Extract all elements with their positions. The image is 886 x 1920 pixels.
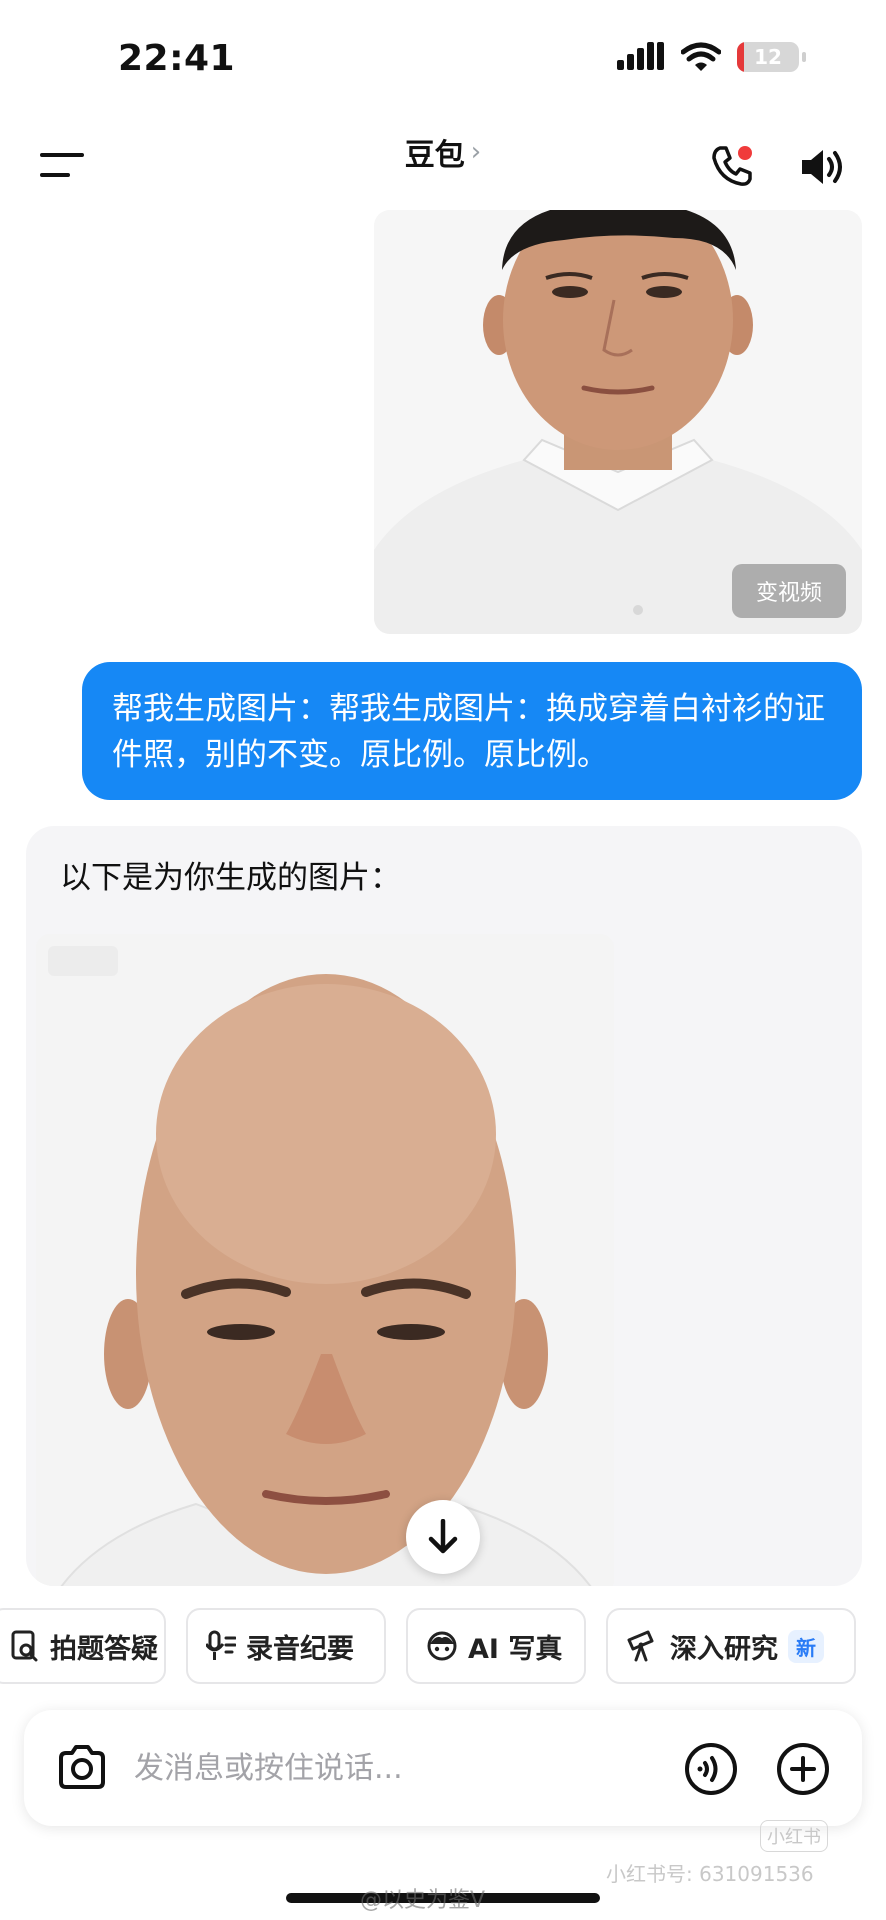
chevron-right-icon: ›: [470, 137, 482, 167]
to-video-button[interactable]: 变视频: [732, 564, 846, 618]
status-time: 22:41: [118, 38, 236, 79]
chip-label: 深入研究: [670, 1633, 778, 1665]
message-input-bar: [24, 1710, 862, 1826]
chip-label: 拍题答疑: [50, 1633, 158, 1665]
plus-icon[interactable]: [776, 1742, 830, 1796]
camera-icon[interactable]: [56, 1742, 108, 1794]
chip-photo-qa[interactable]: 拍题答疑: [0, 1608, 166, 1684]
battery-level: 12: [754, 45, 782, 69]
scroll-to-bottom-button[interactable]: [406, 1500, 480, 1574]
generated-image[interactable]: [36, 934, 614, 1586]
image-watermark-badge: [48, 946, 118, 976]
generated-portrait: [36, 934, 614, 1586]
xiaohongshu-watermark-logo: 小红书: [760, 1820, 828, 1852]
quick-actions-row: 拍题答疑 录音纪要 AI 写真 深入研究 新: [0, 1608, 886, 1684]
search-doc-icon: [11, 1630, 38, 1662]
speaker-icon[interactable]: [798, 145, 848, 189]
call-notification-dot: [738, 146, 752, 160]
cellular-signal-icon: [617, 42, 664, 70]
xiaohongshu-watermark-id: 小红书号: 631091536: [606, 1862, 814, 1886]
bot-message-text: 以下是为你生成的图片：: [60, 860, 401, 896]
mic-notes-icon: [206, 1630, 236, 1660]
bot-message-card: 以下是为你生成的图片：: [26, 826, 862, 1586]
arrow-down-icon: [428, 1519, 458, 1554]
chip-label: AI 写真: [468, 1633, 563, 1665]
chip-deep-research[interactable]: 深入研究 新: [606, 1608, 856, 1684]
chip-recording-notes[interactable]: 录音纪要: [186, 1608, 386, 1684]
weibo-watermark: @以史为鉴V: [360, 1888, 486, 1913]
battery-indicator: 12: [737, 42, 799, 72]
chip-label: 录音纪要: [246, 1633, 354, 1665]
user-message-bubble: 帮我生成图片：帮我生成图片：换成穿着白衬衫的证件照，别的不变。原比例。原比例。: [82, 662, 862, 800]
page-title: 豆包: [404, 138, 465, 173]
status-icons: 12: [617, 42, 806, 72]
message-input[interactable]: [134, 1744, 554, 1792]
chip-ai-portrait[interactable]: AI 写真: [406, 1608, 586, 1684]
battery-nub: [802, 52, 806, 62]
voice-call-icon[interactable]: [684, 1742, 738, 1796]
user-photo-message[interactable]: 变视频: [374, 210, 862, 634]
wifi-icon: [681, 42, 721, 71]
new-badge: 新: [788, 1629, 824, 1663]
battery-fill: [737, 42, 745, 72]
telescope-icon: [627, 1630, 654, 1662]
face-icon: [427, 1631, 457, 1661]
